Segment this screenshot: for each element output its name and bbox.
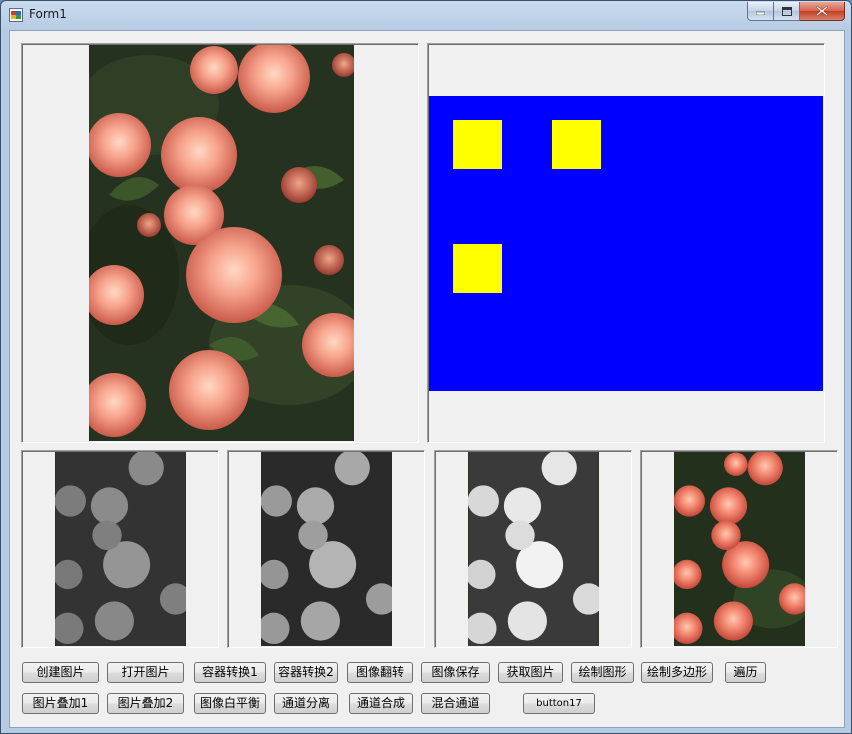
white-balance-button[interactable]: 图像白平衡 bbox=[194, 693, 266, 714]
image-overlay-1-button[interactable]: 图片叠加1 bbox=[22, 693, 99, 714]
image-save-button[interactable]: 图像保存 bbox=[421, 662, 490, 683]
channel-split-button[interactable]: 通道分离 bbox=[274, 693, 338, 714]
app-icon bbox=[9, 8, 23, 22]
yellow-square bbox=[453, 120, 502, 169]
grayscale-rose-image bbox=[55, 452, 186, 646]
picture-box-gray-3[interactable] bbox=[434, 450, 632, 648]
button17[interactable]: button17 bbox=[523, 693, 595, 714]
picture-box-main[interactable] bbox=[21, 43, 419, 443]
form-client-area: 创建图片 打开图片 容器转换1 容器转换2 图像翻转 图像保存 获取图片 绘制图… bbox=[9, 30, 845, 728]
app-window: Form1 创建图片 打开图片 容器转换1 容器转换2 图像翻转 图像保存 获取… bbox=[0, 0, 852, 734]
rose-photo-image bbox=[89, 45, 354, 441]
get-image-button[interactable]: 获取图片 bbox=[498, 662, 563, 683]
yellow-square bbox=[453, 244, 502, 293]
title-bar[interactable]: Form1 bbox=[1, 1, 851, 29]
channel-merge-button[interactable]: 通道合成 bbox=[349, 693, 413, 714]
close-icon bbox=[816, 6, 828, 16]
window-title: Form1 bbox=[29, 7, 67, 21]
maximize-icon bbox=[781, 6, 792, 16]
picture-box-gray-1[interactable] bbox=[21, 450, 219, 648]
grayscale-rose-image bbox=[468, 452, 599, 646]
picture-box-color[interactable] bbox=[640, 450, 838, 648]
draw-polygon-button[interactable]: 绘制多边形 bbox=[641, 662, 713, 683]
picture-box-drawing[interactable] bbox=[427, 43, 825, 443]
image-overlay-2-button[interactable]: 图片叠加2 bbox=[107, 693, 184, 714]
picture-box-gray-2[interactable] bbox=[227, 450, 425, 648]
traverse-button[interactable]: 遍历 bbox=[725, 662, 766, 683]
container-convert-2-button[interactable]: 容器转换2 bbox=[274, 662, 338, 683]
container-convert-1-button[interactable]: 容器转换1 bbox=[194, 662, 266, 683]
mix-channel-button[interactable]: 混合通道 bbox=[421, 693, 490, 714]
draw-shape-button[interactable]: 绘制图形 bbox=[571, 662, 634, 683]
blue-canvas bbox=[429, 96, 823, 391]
minimize-icon bbox=[756, 11, 765, 15]
grayscale-rose-image bbox=[261, 452, 392, 646]
maximize-button[interactable] bbox=[774, 2, 800, 21]
yellow-square bbox=[552, 120, 601, 169]
open-image-button[interactable]: 打开图片 bbox=[107, 662, 184, 683]
close-button[interactable] bbox=[800, 2, 845, 21]
create-image-button[interactable]: 创建图片 bbox=[22, 662, 99, 683]
image-flip-button[interactable]: 图像翻转 bbox=[347, 662, 413, 683]
minimize-button[interactable] bbox=[747, 2, 774, 21]
color-rose-image bbox=[674, 452, 805, 646]
